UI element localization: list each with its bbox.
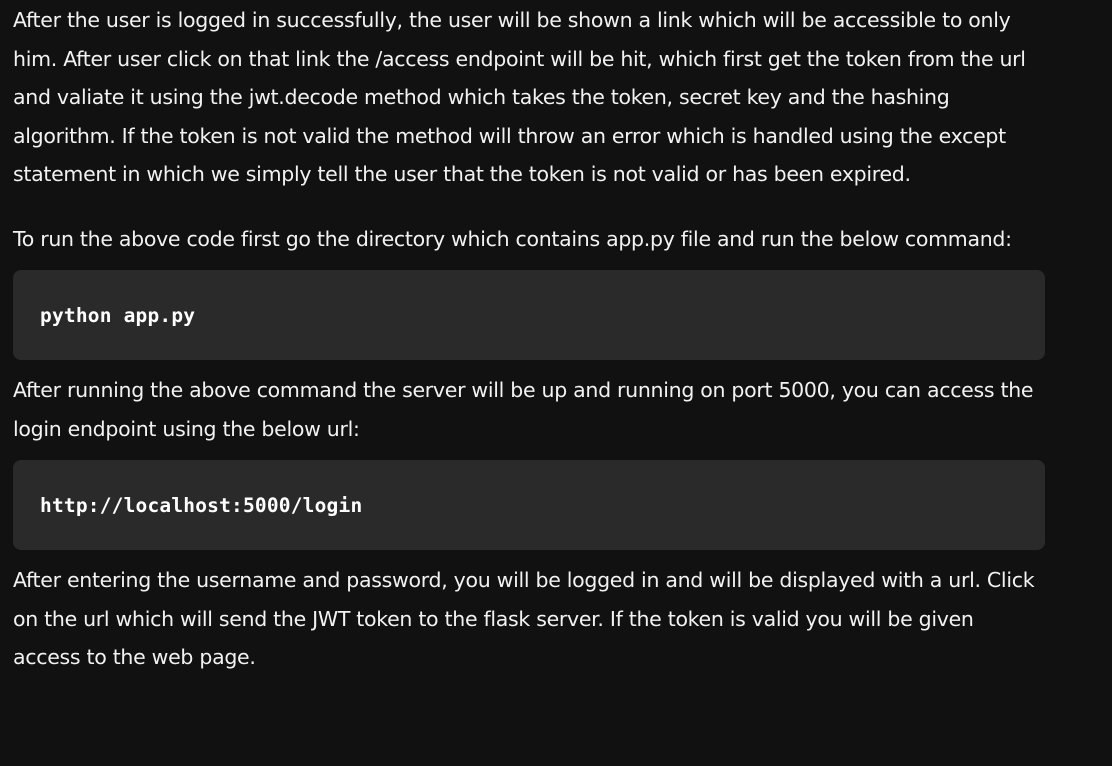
paragraph-token-validation: After the user is logged in successfully… [13,8,1026,186]
code-block-login-url[interactable]: http://localhost:5000/login [13,460,1045,550]
paragraph-login-instructions: After entering the username and password… [13,568,1035,669]
code-run-command[interactable]: python app.py [40,304,195,327]
paragraph-run-instructions: To run the above code first go the direc… [13,226,1012,251]
code-block-run-command[interactable]: python app.py [13,270,1045,360]
paragraph-server-running: After running the above command the serv… [13,378,1034,441]
article-content: After the user is logged in successfully… [13,0,1045,677]
code-login-url[interactable]: http://localhost:5000/login [40,494,362,517]
